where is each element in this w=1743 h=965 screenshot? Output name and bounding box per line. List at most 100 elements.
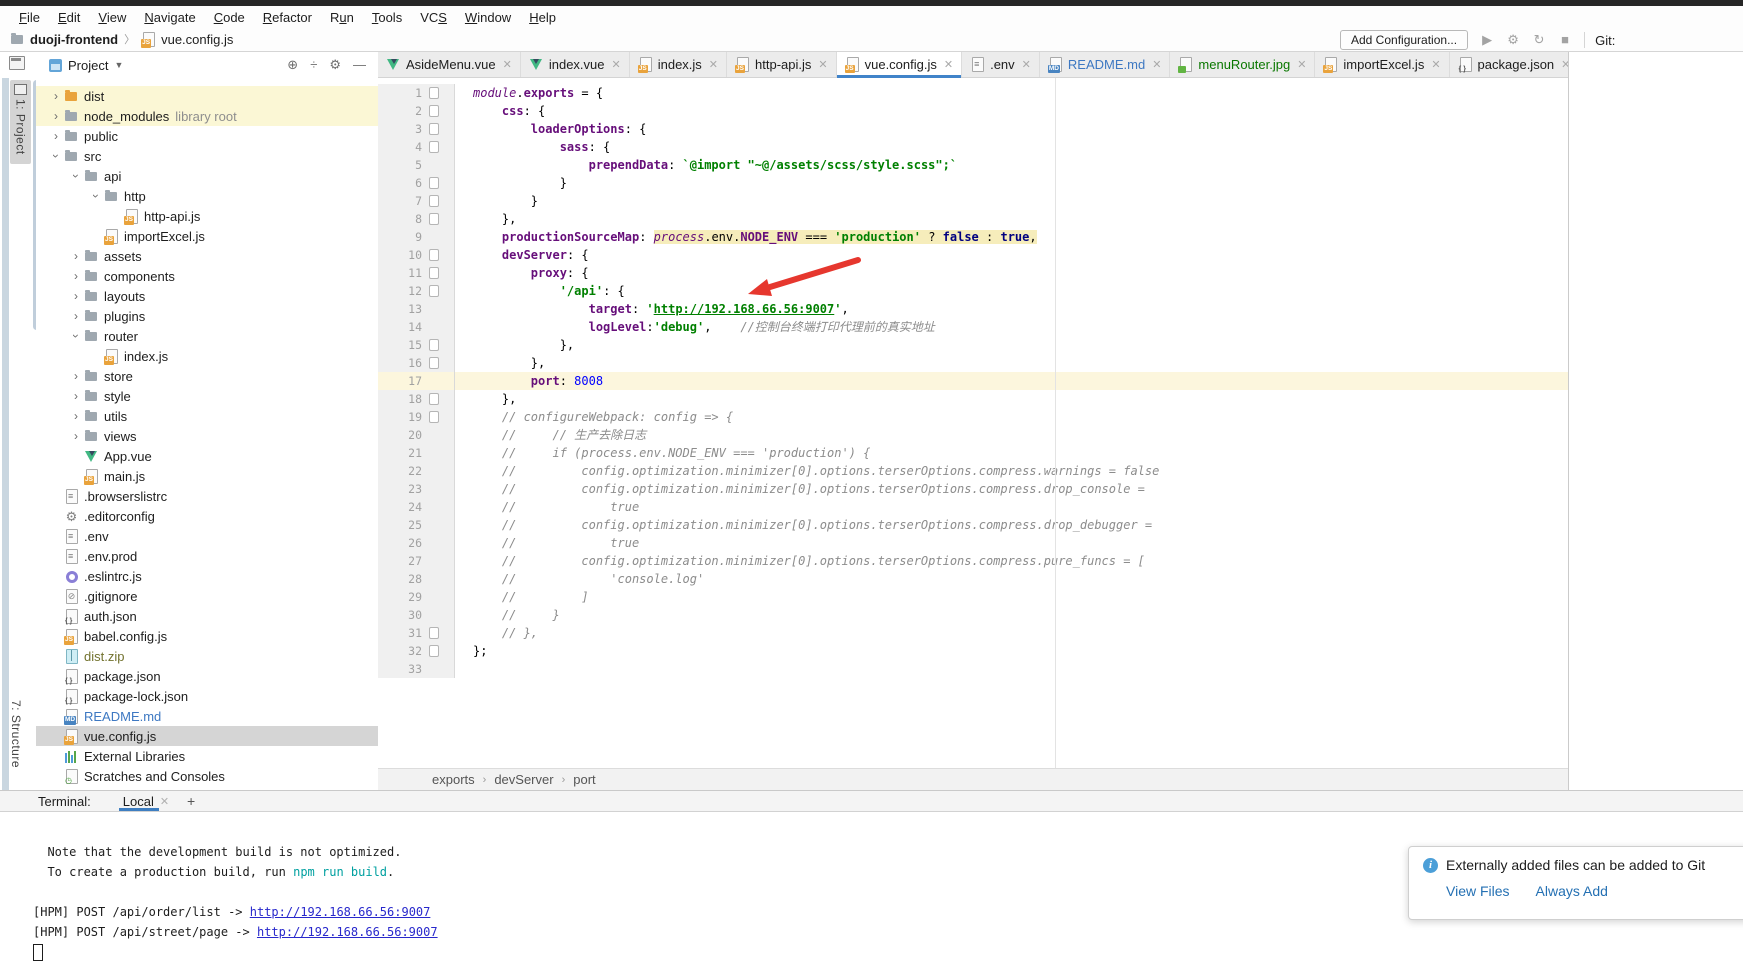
editor-tab-vue.config.js[interactable]: JSvue.config.js✕	[837, 52, 962, 77]
collapse-all-icon[interactable]: ÷	[310, 57, 317, 73]
new-terminal-button[interactable]: +	[187, 793, 195, 809]
close-icon[interactable]: ✕	[944, 58, 953, 71]
tree-item-public[interactable]: ›public	[36, 126, 378, 146]
locate-icon[interactable]: ⊕	[287, 57, 298, 73]
tree-item-store[interactable]: ›store	[36, 366, 378, 386]
hide-panel-icon[interactable]: —	[353, 57, 366, 73]
code-breadcrumb-port[interactable]: port	[573, 772, 595, 787]
fold-marker-icon[interactable]	[429, 105, 439, 117]
menu-run[interactable]: Run	[321, 10, 363, 25]
code-breadcrumb-devServer[interactable]: devServer	[494, 772, 553, 787]
editor-tab-README.md[interactable]: MDREADME.md✕	[1040, 52, 1171, 77]
close-icon[interactable]: ✕	[1152, 58, 1161, 71]
close-icon[interactable]: ✕	[503, 58, 512, 71]
fold-marker-icon[interactable]	[429, 195, 439, 207]
chevron-collapsed-icon[interactable]: ›	[68, 310, 84, 322]
close-icon[interactable]: ✕	[1297, 58, 1306, 71]
tree-item-utils[interactable]: ›utils	[36, 406, 378, 426]
tree-item-http-api.js[interactable]: JShttp-api.js	[36, 206, 378, 226]
tree-item-.eslintrc.js[interactable]: .eslintrc.js	[36, 566, 378, 586]
close-icon[interactable]: ✕	[1022, 58, 1031, 71]
terminal-tab-local[interactable]: Local ✕	[119, 791, 173, 811]
tree-item-importExcel.js[interactable]: JSimportExcel.js	[36, 226, 378, 246]
fold-marker-icon[interactable]	[429, 627, 439, 639]
tree-item-style[interactable]: ›style	[36, 386, 378, 406]
chevron-down-icon[interactable]: ▼	[114, 60, 123, 70]
update-icon[interactable]: ↻	[1530, 32, 1548, 48]
tree-item-package.json[interactable]: { }package.json	[36, 666, 378, 686]
menu-refactor[interactable]: Refactor	[254, 10, 321, 25]
fold-marker-icon[interactable]	[429, 177, 439, 189]
chevron-collapsed-icon[interactable]: ›	[48, 90, 64, 102]
editor-tab-AsideMenu.vue[interactable]: AsideMenu.vue✕	[378, 52, 521, 77]
editor-tab-package.json[interactable]: { }package.json✕	[1450, 52, 1580, 77]
git-branch-widget[interactable]: Git:	[1595, 33, 1615, 48]
fold-marker-icon[interactable]	[429, 339, 439, 351]
fold-marker-icon[interactable]	[429, 87, 439, 99]
tree-item-.env.prod[interactable]: ≡.env.prod	[36, 546, 378, 566]
fold-marker-icon[interactable]	[429, 213, 439, 225]
menu-edit[interactable]: Edit	[49, 10, 89, 25]
tree-item-dist[interactable]: ›dist	[36, 86, 378, 106]
code-editor[interactable]: 1module.exports = {2 css: {3 loaderOptio…	[378, 78, 1568, 774]
close-icon[interactable]: ✕	[160, 795, 169, 808]
menu-code[interactable]: Code	[205, 10, 254, 25]
always-add-link[interactable]: Always Add	[1536, 883, 1608, 899]
tree-item-.env[interactable]: ≡.env	[36, 526, 378, 546]
editor-tab-http-api.js[interactable]: JShttp-api.js✕	[727, 52, 837, 77]
fold-marker-icon[interactable]	[429, 411, 439, 423]
close-icon[interactable]: ✕	[818, 58, 827, 71]
tree-item-http[interactable]: ›http	[36, 186, 378, 206]
tree-item-.editorconfig[interactable]: ⚙.editorconfig	[36, 506, 378, 526]
chevron-collapsed-icon[interactable]: ›	[48, 110, 64, 122]
chevron-collapsed-icon[interactable]: ›	[68, 270, 84, 282]
tool-window-icon[interactable]	[9, 56, 25, 70]
tree-item-External Libraries[interactable]: External Libraries	[36, 746, 378, 766]
close-icon[interactable]: ✕	[612, 58, 621, 71]
stop-icon[interactable]: ■	[1556, 32, 1574, 48]
tree-item-node_modules[interactable]: ›node_moduleslibrary root	[36, 106, 378, 126]
tree-item-Scratches and Consoles[interactable]: ◷Scratches and Consoles	[36, 766, 378, 786]
menu-help[interactable]: Help	[520, 10, 565, 25]
run-icon[interactable]: ▶	[1478, 32, 1496, 48]
fold-marker-icon[interactable]	[429, 645, 439, 657]
fold-marker-icon[interactable]	[429, 357, 439, 369]
menu-window[interactable]: Window	[456, 10, 520, 25]
tree-item-App.vue[interactable]: App.vue	[36, 446, 378, 466]
tree-item-.browserslistrc[interactable]: ≡.browserslistrc	[36, 486, 378, 506]
view-files-link[interactable]: View Files	[1446, 883, 1510, 899]
breadcrumb-file[interactable]: vue.config.js	[161, 32, 233, 47]
tree-item-auth.json[interactable]: { }auth.json	[36, 606, 378, 626]
chevron-collapsed-icon[interactable]: ›	[68, 430, 84, 442]
tree-item-components[interactable]: ›components	[36, 266, 378, 286]
editor-tab-.env[interactable]: ≡.env✕	[962, 52, 1040, 77]
tree-item-package-lock.json[interactable]: { }package-lock.json	[36, 686, 378, 706]
terminal-link[interactable]: http://192.168.66.56:9007	[257, 925, 438, 939]
editor-tab-menuRouter.jpg[interactable]: menuRouter.jpg✕	[1170, 52, 1315, 77]
tree-item-api[interactable]: ›api	[36, 166, 378, 186]
settings-icon[interactable]: ⚙	[1504, 32, 1522, 48]
chevron-expanded-icon[interactable]: ›	[50, 148, 62, 164]
tree-item-dist.zip[interactable]: dist.zip	[36, 646, 378, 666]
project-panel-title[interactable]: Project	[68, 58, 108, 73]
menu-navigate[interactable]: Navigate	[135, 10, 204, 25]
editor-tab-index.vue[interactable]: index.vue✕	[521, 52, 630, 77]
tree-item-router[interactable]: ›router	[36, 326, 378, 346]
tree-item-assets[interactable]: ›assets	[36, 246, 378, 266]
chevron-collapsed-icon[interactable]: ›	[48, 130, 64, 142]
tree-item-src[interactable]: ›src	[36, 146, 378, 166]
menu-file[interactable]: File	[10, 10, 49, 25]
tree-item-plugins[interactable]: ›plugins	[36, 306, 378, 326]
fold-marker-icon[interactable]	[429, 249, 439, 261]
breadcrumb-project[interactable]: duoji-frontend	[30, 32, 118, 47]
panel-settings-icon[interactable]: ⚙	[329, 57, 341, 73]
editor-tab-importExcel.js[interactable]: JSimportExcel.js✕	[1315, 52, 1449, 77]
fold-marker-icon[interactable]	[429, 141, 439, 153]
tree-item-README.md[interactable]: MDREADME.md	[36, 706, 378, 726]
tree-item-index.js[interactable]: JSindex.js	[36, 346, 378, 366]
chevron-collapsed-icon[interactable]: ›	[68, 250, 84, 262]
fold-marker-icon[interactable]	[429, 285, 439, 297]
chevron-expanded-icon[interactable]: ›	[90, 188, 102, 204]
menu-vcs[interactable]: VCS	[411, 10, 456, 25]
menu-tools[interactable]: Tools	[363, 10, 411, 25]
